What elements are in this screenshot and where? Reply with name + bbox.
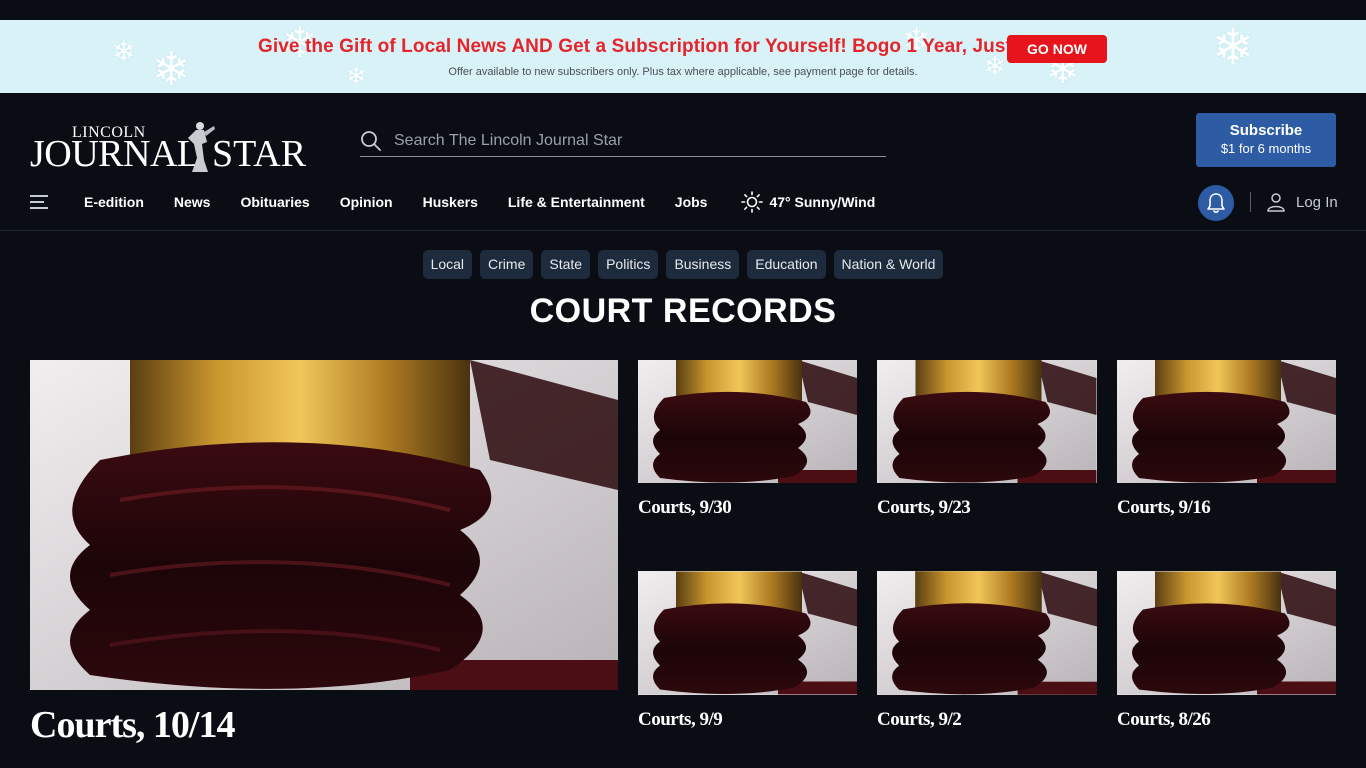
gavel-photo [877, 360, 1097, 483]
sun-icon [741, 191, 764, 213]
snowflake-icon: ❄ [112, 35, 136, 68]
search-input[interactable] [394, 132, 874, 150]
logo-journal: JOURNAL [30, 133, 200, 175]
story-title[interactable]: Courts, 9/16 [1117, 497, 1211, 519]
section-tags: Local Crime State Politics Business Educ… [0, 250, 1366, 279]
nav-item-obituaries[interactable]: Obituaries [240, 194, 309, 210]
subscribe-label: Subscribe [1229, 122, 1303, 139]
story-image[interactable] [638, 360, 857, 483]
promo-headline[interactable]: Give the Gift of Local News AND Get a Su… [258, 36, 1056, 58]
nav-item-jobs[interactable]: Jobs [675, 194, 708, 210]
nav-item-life-entertainment[interactable]: Life & Entertainment [508, 194, 645, 210]
login-label: Log In [1296, 193, 1338, 211]
story-title[interactable]: Courts, 9/30 [638, 497, 732, 519]
nav-item-e-edition[interactable]: E-edition [84, 194, 144, 210]
lead-story-title[interactable]: Courts, 10/14 [30, 703, 235, 747]
weather-text: 47° Sunny/Wind [769, 194, 876, 210]
promo-banner[interactable]: ❄ ❄ ❄ ❄ ❄ ❄ ❄ ❄ Give the Gift of Local N… [0, 20, 1366, 93]
story-title[interactable]: Courts, 8/26 [1117, 709, 1211, 731]
tag-nation-world[interactable]: Nation & World [833, 250, 944, 279]
page-title: COURT RECORDS [529, 292, 837, 330]
main-nav: E-edition News Obituaries Opinion Husker… [30, 186, 875, 218]
nav-item-opinion[interactable]: Opinion [340, 194, 393, 210]
notifications-button[interactable] [1198, 185, 1234, 221]
bell-icon [1207, 193, 1225, 213]
gavel-photo [1117, 571, 1336, 695]
header-divider-line [0, 230, 1366, 231]
gavel-photo [1117, 360, 1336, 483]
story-image[interactable] [1117, 571, 1336, 695]
nav-item-news[interactable]: News [174, 194, 211, 210]
login-link[interactable]: Log In [1266, 192, 1338, 212]
promo-fine-print: Offer available to new subscribers only.… [448, 66, 918, 78]
gavel-photo [638, 571, 857, 695]
gavel-photo [877, 571, 1097, 695]
search-bar[interactable] [360, 126, 886, 157]
gavel-photo [638, 360, 857, 483]
story-image[interactable] [1117, 360, 1336, 483]
top-strip [0, 0, 1366, 20]
logo-star: STAR [212, 133, 307, 175]
tag-politics[interactable]: Politics [598, 250, 659, 279]
tag-crime[interactable]: Crime [480, 250, 534, 279]
snowflake-icon: ❄ [1212, 20, 1254, 76]
nav-item-huskers[interactable]: Huskers [423, 194, 478, 210]
tag-state[interactable]: State [541, 250, 591, 279]
story-title[interactable]: Courts, 9/2 [877, 709, 962, 731]
lead-story-image[interactable] [30, 360, 618, 690]
tag-education[interactable]: Education [747, 250, 826, 279]
story-image[interactable] [638, 571, 857, 695]
story-title[interactable]: Courts, 9/23 [877, 497, 971, 519]
story-title[interactable]: Courts, 9/9 [638, 709, 723, 731]
tag-local[interactable]: Local [422, 250, 473, 279]
go-now-button[interactable]: GO NOW [1007, 35, 1107, 63]
search-icon[interactable] [360, 130, 382, 152]
weather-widget[interactable]: 47° Sunny/Wind [741, 191, 875, 213]
site-logo[interactable]: LINCOLN JOURNAL STAR [30, 120, 310, 175]
hamburger-menu-icon[interactable] [30, 194, 50, 210]
header-divider [1250, 192, 1251, 212]
subscribe-button[interactable]: Subscribe $1 for 6 months [1196, 113, 1336, 167]
story-image[interactable] [877, 571, 1097, 695]
gavel-photo [30, 360, 618, 690]
tag-business[interactable]: Business [666, 250, 740, 279]
story-image[interactable] [877, 360, 1097, 483]
subscribe-offer: $1 for 6 months [1220, 141, 1312, 156]
user-icon [1267, 193, 1285, 212]
